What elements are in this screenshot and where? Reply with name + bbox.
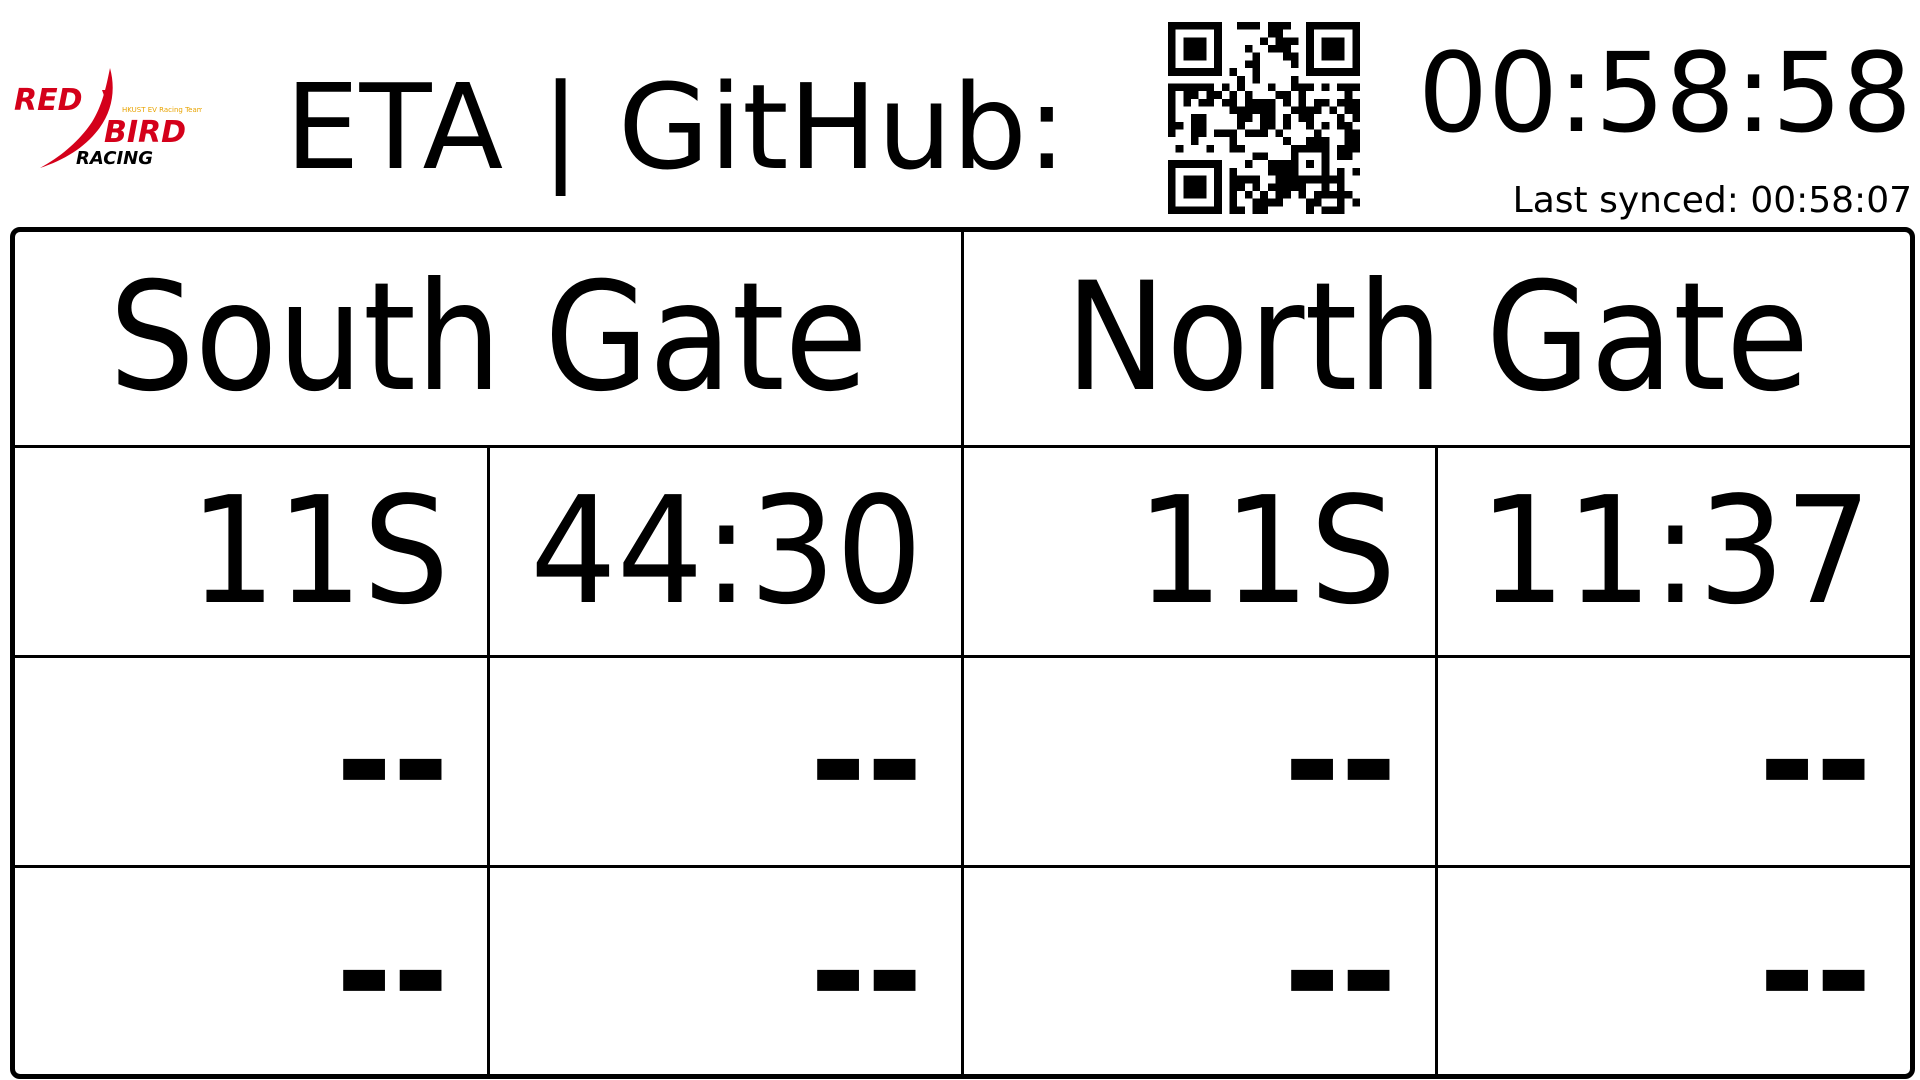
eta-value: -- <box>1758 885 1872 1058</box>
gate-header-south: South Gate <box>15 232 964 448</box>
route-label: -- <box>1283 675 1397 847</box>
eta-cell: 11:37 <box>1434 444 1910 658</box>
eta-value: -- <box>809 885 923 1058</box>
qr-code-icon[interactable] <box>1168 22 1360 214</box>
route-cell: -- <box>961 864 1438 1074</box>
route-label: -- <box>1283 885 1397 1058</box>
logo-text-racing: RACING <box>76 148 153 169</box>
route-cell: -- <box>15 864 491 1074</box>
page-title: ETA | GitHub: <box>285 58 1067 196</box>
current-time: 00:58:58 <box>1417 29 1912 157</box>
eta-value: 11:37 <box>1479 465 1872 637</box>
route-cell: 11S <box>15 444 491 658</box>
logo-tagline: HKUST EV Racing Team <box>122 106 202 114</box>
route-label: -- <box>336 675 450 847</box>
eta-cell: -- <box>1434 654 1910 868</box>
header: RED HKUST EV Racing Team BIRD RACING ETA… <box>0 0 1920 225</box>
eta-cell: -- <box>487 654 964 868</box>
table-row: -- -- -- -- <box>15 654 1910 868</box>
red-bird-racing-logo: RED HKUST EV Racing Team BIRD RACING <box>12 60 202 175</box>
eta-cell: 44:30 <box>487 444 964 658</box>
route-cell: 11S <box>961 444 1438 658</box>
logo-text-red: RED <box>14 83 83 118</box>
gate-name: North Gate <box>1065 251 1809 426</box>
eta-board: South Gate North Gate 11S 44:30 11S 11:3… <box>10 227 1915 1079</box>
last-synced-text: Last synced: 00:58:07 <box>1512 180 1912 221</box>
table-row: 11S 44:30 11S 11:37 <box>15 444 1910 658</box>
route-label: 11S <box>1137 465 1397 637</box>
eta-value: -- <box>1758 675 1872 847</box>
route-label: -- <box>336 885 450 1058</box>
eta-table: South Gate North Gate 11S 44:30 11S 11:3… <box>15 232 1910 1074</box>
table-row: -- -- -- -- <box>15 864 1910 1074</box>
route-cell: -- <box>961 654 1438 868</box>
route-label: 11S <box>189 465 450 637</box>
route-cell: -- <box>15 654 491 868</box>
eta-cell: -- <box>1434 864 1910 1074</box>
eta-value: -- <box>809 675 923 847</box>
gate-name: South Gate <box>108 251 868 426</box>
eta-cell: -- <box>487 864 964 1074</box>
logo-text-bird: BIRD <box>104 115 186 150</box>
gate-header-row: South Gate North Gate <box>15 232 1910 448</box>
eta-value: 44:30 <box>530 465 923 637</box>
gate-header-north: North Gate <box>961 232 1910 448</box>
